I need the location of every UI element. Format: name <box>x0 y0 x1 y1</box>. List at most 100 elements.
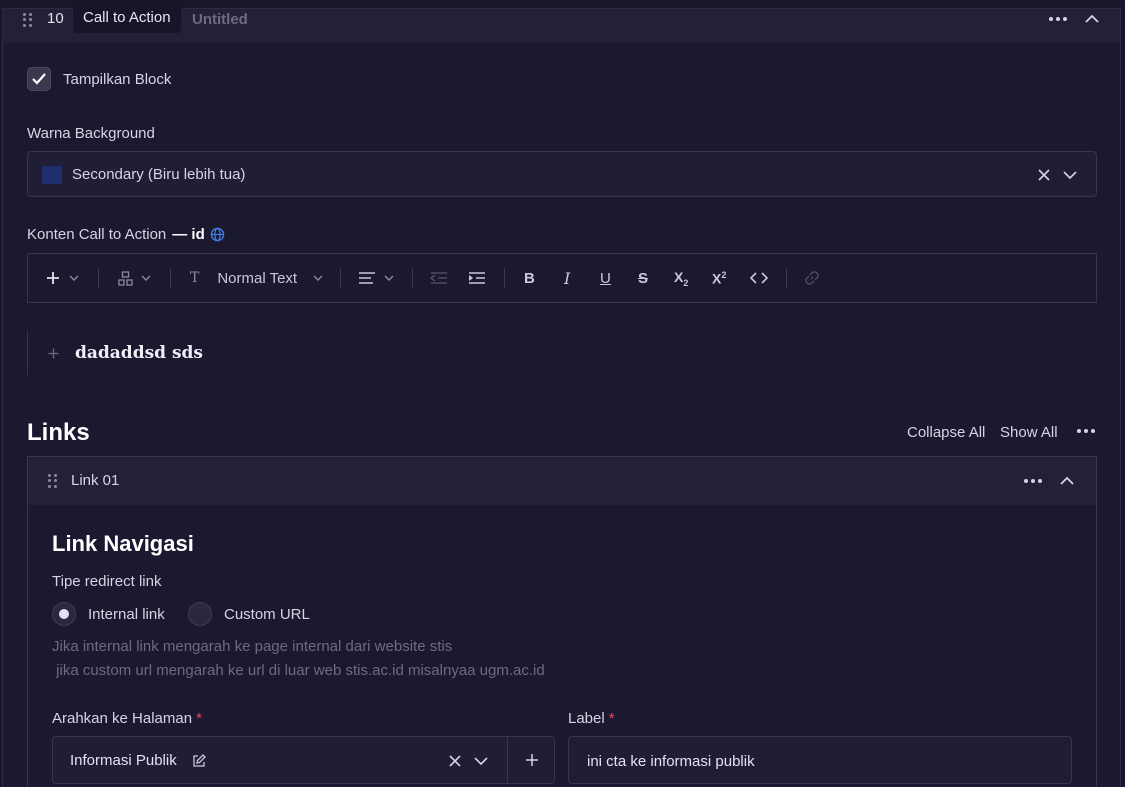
link-more-button[interactable] <box>1022 473 1044 489</box>
chevron-up-icon <box>1060 476 1074 485</box>
indent-icon <box>469 272 485 284</box>
help-text-line1: Jika internal link mengarah ke page inte… <box>52 638 453 655</box>
rich-text-toolbar: T Normal Text B I U S X2 X2 <box>27 253 1097 303</box>
locale-label: — id <box>172 226 205 243</box>
background-label: Warna Background <box>27 125 155 142</box>
align-left-icon <box>359 272 375 284</box>
bold-button[interactable]: B <box>524 254 535 302</box>
required-mark: * <box>196 710 202 727</box>
chevron-up-icon <box>1085 14 1099 23</box>
label-input-value: ini cta ke informasi publik <box>587 753 755 770</box>
block-title: Untitled <box>192 11 248 28</box>
page-add-button[interactable] <box>509 737 555 783</box>
chevron-down-icon <box>1063 171 1077 180</box>
link-icon <box>805 271 819 285</box>
outdent-icon <box>430 272 447 284</box>
background-select[interactable]: Secondary (Biru lebih tua) <box>27 151 1097 197</box>
drag-handle-icon[interactable] <box>48 474 58 488</box>
subscript-icon: X2 <box>674 268 689 288</box>
close-icon <box>1038 169 1050 181</box>
underline-button[interactable]: U <box>600 254 611 302</box>
block-collapse-button[interactable] <box>1081 9 1103 29</box>
label-input[interactable]: ini cta ke informasi publik <box>568 736 1072 784</box>
block-type-badge: Call to Action <box>73 5 181 33</box>
bold-icon: B <box>524 269 535 287</box>
chevron-down-icon <box>69 275 79 281</box>
close-icon <box>449 755 461 767</box>
text-style-select[interactable]: T Normal Text <box>190 254 323 302</box>
link-heading: Link Navigasi <box>52 531 194 556</box>
edit-icon[interactable] <box>192 754 206 768</box>
color-swatch <box>42 166 62 184</box>
call-to-action-block: 10 Call to Action Untitled Tampilkan Blo… <box>2 5 1121 787</box>
chevron-down-icon <box>474 757 488 766</box>
label-field-label: Label * <box>568 710 615 727</box>
italic-button[interactable]: I <box>564 254 570 302</box>
show-block-label: Tampilkan Block <box>63 71 172 88</box>
more-icon <box>1077 429 1095 433</box>
page-select[interactable]: Informasi Publik <box>52 736 555 784</box>
text-style-value: Normal Text <box>217 269 298 287</box>
background-dropdown-button[interactable] <box>1060 165 1080 185</box>
insert-button[interactable] <box>46 254 79 302</box>
plus-icon <box>47 272 59 284</box>
required-mark: * <box>608 710 615 727</box>
outdent-button[interactable] <box>430 254 448 302</box>
check-icon <box>32 73 46 85</box>
custom-url-label[interactable]: Custom URL <box>224 606 310 623</box>
strikethrough-icon: S <box>638 269 649 287</box>
background-value: Secondary (Biru lebih tua) <box>72 166 246 183</box>
indent-button[interactable] <box>468 254 486 302</box>
link-button[interactable] <box>804 254 820 302</box>
text-style-icon: T <box>190 270 200 286</box>
redirect-type-label: Tipe redirect link <box>52 573 162 590</box>
align-button[interactable] <box>358 254 394 302</box>
strikethrough-button[interactable]: S <box>638 254 648 302</box>
drag-handle-icon[interactable] <box>23 13 33 27</box>
content-label-row: Konten Call to Action — id <box>27 226 225 243</box>
block-number: 10 <box>47 10 64 27</box>
editor-text: dadaddsd sds <box>75 343 203 363</box>
italic-icon: I <box>564 268 571 288</box>
code-button[interactable] <box>750 254 768 302</box>
help-text-line2: jika custom url mengarah ke url di luar … <box>52 662 545 679</box>
link-card: Link 01 Link Navigasi Tipe redirect link… <box>27 456 1097 787</box>
collapse-all-button[interactable]: Collapse All <box>907 424 985 441</box>
background-clear-button[interactable] <box>1034 165 1054 185</box>
chevron-down-icon <box>313 275 323 281</box>
page-clear-button[interactable] <box>445 751 465 771</box>
custom-url-radio[interactable] <box>188 602 212 626</box>
internal-link-label[interactable]: Internal link <box>88 606 165 623</box>
show-all-button[interactable]: Show All <box>1000 424 1058 441</box>
underline-icon: U <box>600 269 611 287</box>
content-label: Konten Call to Action <box>27 226 167 243</box>
block-header: 10 Call to Action Untitled <box>3 5 1120 43</box>
rich-text-editor[interactable]: dadaddsd sds <box>27 331 1097 375</box>
page-dropdown-button[interactable] <box>471 751 491 771</box>
more-icon <box>1024 479 1042 483</box>
chevron-down-icon <box>384 275 394 281</box>
subscript-button[interactable]: X2 <box>674 254 688 302</box>
label-field-label-text: Label <box>568 710 605 727</box>
globe-icon <box>210 227 225 242</box>
links-title: Links <box>27 419 90 446</box>
page-field-label-text: Arahkan ke Halaman <box>52 710 193 727</box>
blocks-icon <box>118 270 133 286</box>
more-icon <box>1049 17 1067 21</box>
link-collapse-button[interactable] <box>1056 471 1078 491</box>
link-name: Link 01 <box>71 472 120 489</box>
block-more-button[interactable] <box>1047 11 1069 27</box>
superscript-icon: X2 <box>712 269 727 287</box>
add-block-icon[interactable] <box>48 348 59 359</box>
show-block-checkbox[interactable] <box>27 67 51 91</box>
chevron-down-icon <box>141 275 151 281</box>
page-select-value: Informasi Publik <box>70 752 177 769</box>
superscript-button[interactable]: X2 <box>712 254 726 302</box>
plus-icon <box>526 754 538 766</box>
block-type-button[interactable] <box>118 254 151 302</box>
links-more-button[interactable] <box>1075 423 1097 439</box>
code-icon <box>750 272 768 284</box>
page-field-label: Arahkan ke Halaman * <box>52 710 202 727</box>
link-card-header: Link 01 <box>28 457 1096 505</box>
internal-link-radio[interactable] <box>52 602 76 626</box>
